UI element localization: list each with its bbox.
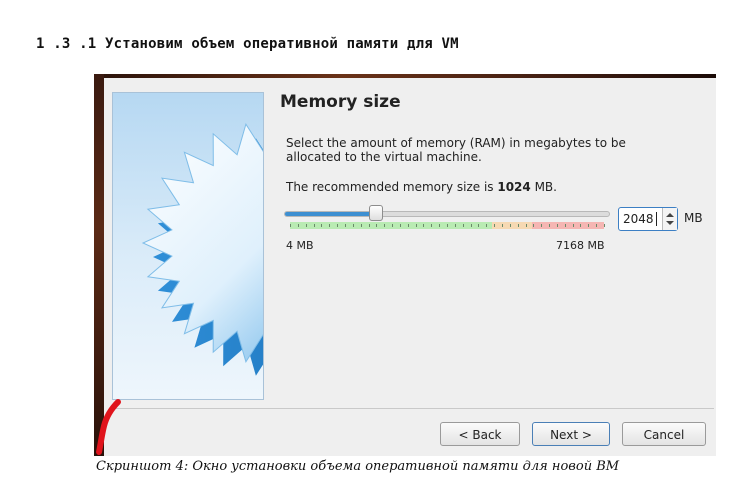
- slider-fill: [285, 212, 378, 216]
- next-button[interactable]: Next >: [532, 422, 610, 446]
- slider-tick: [509, 224, 511, 227]
- back-button[interactable]: < Back: [440, 422, 520, 446]
- slider-thumb[interactable]: [369, 205, 384, 221]
- slider-tick: [423, 224, 425, 227]
- slider-tick: [290, 224, 291, 227]
- slider-tick: [344, 224, 346, 227]
- memory-value[interactable]: 2048: [623, 212, 654, 226]
- slider-tick: [564, 224, 566, 227]
- slider-tick: [447, 224, 448, 227]
- screenshot-frame: Memory size Select the amount of memory …: [94, 74, 716, 456]
- slider-tick: [407, 224, 409, 227]
- slider-tick: [313, 224, 315, 227]
- slider-tick: [392, 224, 394, 227]
- slider-ticks: [290, 222, 605, 229]
- text-caret: [656, 212, 657, 226]
- slider-tick: [321, 224, 323, 227]
- button-separator: [112, 408, 714, 409]
- starburst-icon: [141, 122, 263, 376]
- spin-buttons[interactable]: [662, 208, 677, 230]
- recommended-prefix: The recommended memory size is: [286, 180, 498, 194]
- wizard-side-panel: [112, 92, 264, 400]
- red-pen-mark-icon: [96, 399, 121, 455]
- slider-tick: [297, 224, 299, 227]
- slider-tick: [501, 224, 503, 227]
- memory-unit: MB: [684, 211, 703, 225]
- slider-tick: [517, 224, 519, 227]
- dialog-description: Select the amount of memory (RAM) in meg…: [286, 136, 626, 164]
- recommended-value: 1024: [497, 180, 531, 194]
- slider-tick: [549, 224, 551, 227]
- danger-zone: [531, 222, 604, 229]
- slider-tick: [431, 224, 433, 227]
- slider-tick: [588, 224, 590, 227]
- slider-tick: [462, 224, 464, 227]
- memory-size-dialog: Memory size Select the amount of memory …: [104, 78, 716, 456]
- slider-tick: [494, 224, 496, 227]
- slider-tick: [454, 224, 456, 227]
- slider-tick: [305, 224, 307, 227]
- slider-tick: [368, 224, 370, 227]
- figure-caption: Скриншот 4: Окно установки объема операт…: [96, 459, 620, 474]
- slider-tick: [439, 224, 441, 227]
- safe-zone: [290, 222, 492, 229]
- slider-tick: [596, 224, 598, 227]
- memory-slider[interactable]: [282, 205, 612, 235]
- slider-tick: [556, 224, 558, 227]
- slider-max-label: 7168 MB: [556, 239, 605, 252]
- slider-tick: [399, 224, 401, 227]
- slider-tick: [384, 224, 386, 227]
- slider-min-label: 4 MB: [286, 239, 314, 252]
- slider-tick: [352, 224, 354, 227]
- cancel-button[interactable]: Cancel: [622, 422, 706, 446]
- slider-tick: [470, 224, 472, 227]
- slider-tick: [337, 224, 339, 227]
- slider-tick: [580, 224, 582, 227]
- dialog-title: Memory size: [280, 92, 401, 112]
- slider-tick: [415, 224, 417, 227]
- recommended-text: The recommended memory size is 1024 MB.: [286, 180, 557, 194]
- slider-tick: [329, 224, 331, 227]
- chevron-up-icon[interactable]: [666, 213, 674, 217]
- slider-tick: [533, 224, 535, 227]
- slider-tick: [525, 224, 527, 227]
- slider-track[interactable]: [284, 211, 610, 217]
- recommended-suffix: MB.: [530, 180, 557, 194]
- slider-tick: [541, 224, 543, 227]
- chevron-down-icon[interactable]: [666, 221, 674, 225]
- section-heading: 1 .3 .1 Установим объем оперативной памя…: [36, 36, 459, 52]
- memory-spinbox[interactable]: 2048: [618, 207, 678, 231]
- slider-tick: [478, 224, 480, 227]
- slider-tick: [604, 224, 605, 227]
- slider-tick: [376, 224, 378, 227]
- slider-tick: [360, 224, 362, 227]
- slider-tick: [572, 224, 574, 227]
- slider-tick: [486, 224, 488, 227]
